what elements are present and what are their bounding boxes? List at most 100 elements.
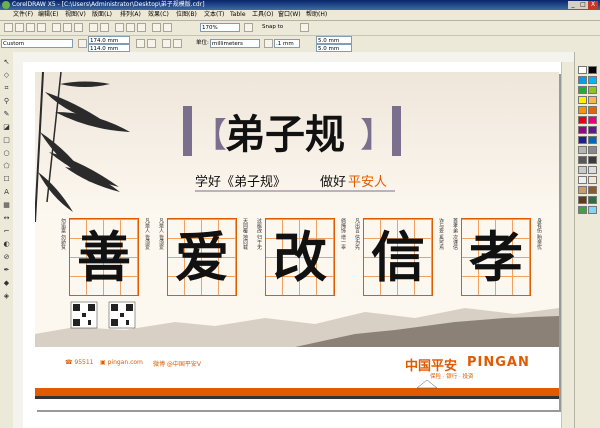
close-button[interactable]: X bbox=[588, 1, 598, 9]
page-height-field[interactable]: 114.0 mm bbox=[88, 44, 130, 52]
interactive-fill-tool-icon[interactable]: ◈ bbox=[2, 292, 11, 301]
palette-swatch[interactable] bbox=[578, 86, 587, 94]
fill-tool-icon[interactable]: ◆ bbox=[2, 279, 11, 288]
zoom-tool-icon[interactable]: ⚲ bbox=[2, 97, 11, 106]
menu-tools[interactable]: 工具(O) bbox=[252, 10, 273, 20]
snap-to-dropdown[interactable]: Snap to bbox=[262, 23, 283, 32]
shape-tool-icon[interactable]: ◇ bbox=[2, 71, 11, 80]
units-select[interactable]: millimeters bbox=[210, 39, 260, 48]
palette-swatch[interactable] bbox=[588, 186, 597, 194]
palette-swatch[interactable] bbox=[588, 116, 597, 124]
cut-button[interactable] bbox=[52, 23, 61, 32]
menu-view[interactable]: 视图(V) bbox=[65, 10, 86, 20]
redo-button[interactable] bbox=[100, 23, 109, 32]
palette-swatch[interactable] bbox=[578, 156, 587, 164]
standard-toolbar: 170% Snap to bbox=[0, 21, 600, 36]
nudge-distance-field[interactable]: .1 mm bbox=[274, 39, 300, 48]
outline-tool-icon[interactable]: ✒ bbox=[2, 266, 11, 275]
connector-tool-icon[interactable]: ⌐ bbox=[2, 227, 11, 236]
rectangle-tool-icon[interactable]: □ bbox=[2, 136, 11, 145]
palette-swatch[interactable] bbox=[578, 186, 587, 194]
palette-swatch[interactable] bbox=[588, 76, 597, 84]
palette-swatch[interactable] bbox=[578, 76, 587, 84]
menu-effects[interactable]: 效果(C) bbox=[148, 10, 169, 20]
palette-swatch[interactable] bbox=[588, 86, 597, 94]
zoom-level-field[interactable]: 170% bbox=[200, 23, 240, 32]
save-button[interactable] bbox=[26, 23, 35, 32]
paste-button[interactable] bbox=[74, 23, 83, 32]
menu-layout[interactable]: 版面(L) bbox=[92, 10, 112, 20]
menu-file[interactable]: 文件(F) bbox=[13, 10, 33, 20]
smart-fill-tool-icon[interactable]: ◪ bbox=[2, 123, 11, 132]
new-document-button[interactable] bbox=[4, 23, 13, 32]
crop-tool-icon[interactable]: ⌗ bbox=[2, 84, 11, 93]
palette-swatch[interactable] bbox=[578, 146, 587, 154]
vertical-scrollbar[interactable] bbox=[561, 62, 574, 428]
palette-swatch[interactable] bbox=[588, 146, 597, 154]
block-5-left-note: 首孝弟 次谨信 bbox=[452, 218, 458, 250]
full-screen-preview-button[interactable] bbox=[244, 23, 253, 32]
palette-swatch[interactable] bbox=[588, 206, 597, 214]
units-label: 单位: bbox=[196, 40, 209, 46]
menu-edit[interactable]: 编辑(E) bbox=[38, 10, 58, 20]
restore-button[interactable]: □ bbox=[578, 1, 588, 9]
palette-swatch[interactable] bbox=[588, 156, 597, 164]
palette-swatch[interactable] bbox=[588, 166, 597, 174]
freehand-tool-icon[interactable]: ✎ bbox=[2, 110, 11, 119]
pick-tool-icon[interactable]: ↖ bbox=[2, 58, 11, 67]
minimize-button[interactable]: _ bbox=[568, 1, 578, 9]
copy-button[interactable] bbox=[63, 23, 72, 32]
import-button[interactable] bbox=[126, 23, 135, 32]
palette-swatch[interactable] bbox=[588, 126, 597, 134]
menu-text[interactable]: 文本(T) bbox=[204, 10, 224, 20]
blend-tool-icon[interactable]: ◐ bbox=[2, 240, 11, 249]
page-width-field[interactable]: 174.0 mm bbox=[88, 36, 130, 44]
text-tool-icon[interactable]: A bbox=[2, 188, 11, 197]
duplicate-x-field[interactable]: 5.0 mm bbox=[316, 36, 352, 44]
export-button[interactable] bbox=[137, 23, 146, 32]
duplicate-y-field[interactable]: 5.0 mm bbox=[316, 44, 352, 52]
palette-swatch[interactable] bbox=[588, 66, 597, 74]
welcome-screen-button[interactable] bbox=[163, 23, 172, 32]
palette-swatch[interactable] bbox=[578, 116, 587, 124]
landscape-button[interactable] bbox=[147, 39, 156, 48]
current-page-button[interactable] bbox=[173, 39, 182, 48]
palette-swatch[interactable] bbox=[578, 176, 587, 184]
print-button[interactable] bbox=[37, 23, 46, 32]
palette-swatch[interactable] bbox=[578, 136, 587, 144]
menu-bitmaps[interactable]: 位图(B) bbox=[176, 10, 197, 20]
basic-shapes-tool-icon[interactable]: ☐ bbox=[2, 175, 11, 184]
ellipse-tool-icon[interactable]: ○ bbox=[2, 149, 11, 158]
table-tool-icon[interactable]: ▦ bbox=[2, 201, 11, 210]
document-page[interactable]: 【 】 弟子规 学好《弟子规》 做好 平安人 勿谄富 勿骄贫 善 凡是人 皆须爱… bbox=[35, 72, 559, 410]
all-pages-button[interactable] bbox=[162, 39, 171, 48]
polygon-tool-icon[interactable]: ⬠ bbox=[2, 162, 11, 171]
dimension-tool-icon[interactable]: ↔ bbox=[2, 214, 11, 223]
paper-preset-select[interactable]: Custom bbox=[1, 39, 73, 48]
palette-swatch[interactable] bbox=[578, 166, 587, 174]
menu-window[interactable]: 窗口(W) bbox=[278, 10, 301, 20]
menu-arrange[interactable]: 排列(A) bbox=[120, 10, 141, 20]
palette-swatch[interactable] bbox=[588, 196, 597, 204]
open-button[interactable] bbox=[15, 23, 24, 32]
menu-help[interactable]: 帮助(H) bbox=[306, 10, 327, 20]
palette-swatch[interactable] bbox=[578, 206, 587, 214]
undo-button[interactable] bbox=[89, 23, 98, 32]
palette-swatch[interactable] bbox=[578, 66, 587, 74]
palette-swatch[interactable] bbox=[588, 136, 597, 144]
palette-swatch[interactable] bbox=[578, 106, 587, 114]
calligraphy-block-5: 首孝弟 次谨信 孝 身有伤 贻亲忧 bbox=[449, 218, 547, 298]
options-button[interactable] bbox=[300, 23, 309, 32]
application-launcher-button[interactable] bbox=[152, 23, 161, 32]
menu-table[interactable]: Table bbox=[230, 10, 246, 20]
palette-swatch[interactable] bbox=[588, 106, 597, 114]
palette-swatch[interactable] bbox=[578, 126, 587, 134]
palette-swatch[interactable] bbox=[588, 96, 597, 104]
block-3-right-note: 倘掩饰 增一辜 bbox=[340, 218, 346, 250]
search-content-button[interactable] bbox=[115, 23, 124, 32]
palette-swatch[interactable] bbox=[578, 196, 587, 204]
eyedropper-tool-icon[interactable]: ⊘ bbox=[2, 253, 11, 262]
palette-swatch[interactable] bbox=[588, 176, 597, 184]
portrait-button[interactable] bbox=[136, 39, 145, 48]
palette-swatch[interactable] bbox=[578, 96, 587, 104]
